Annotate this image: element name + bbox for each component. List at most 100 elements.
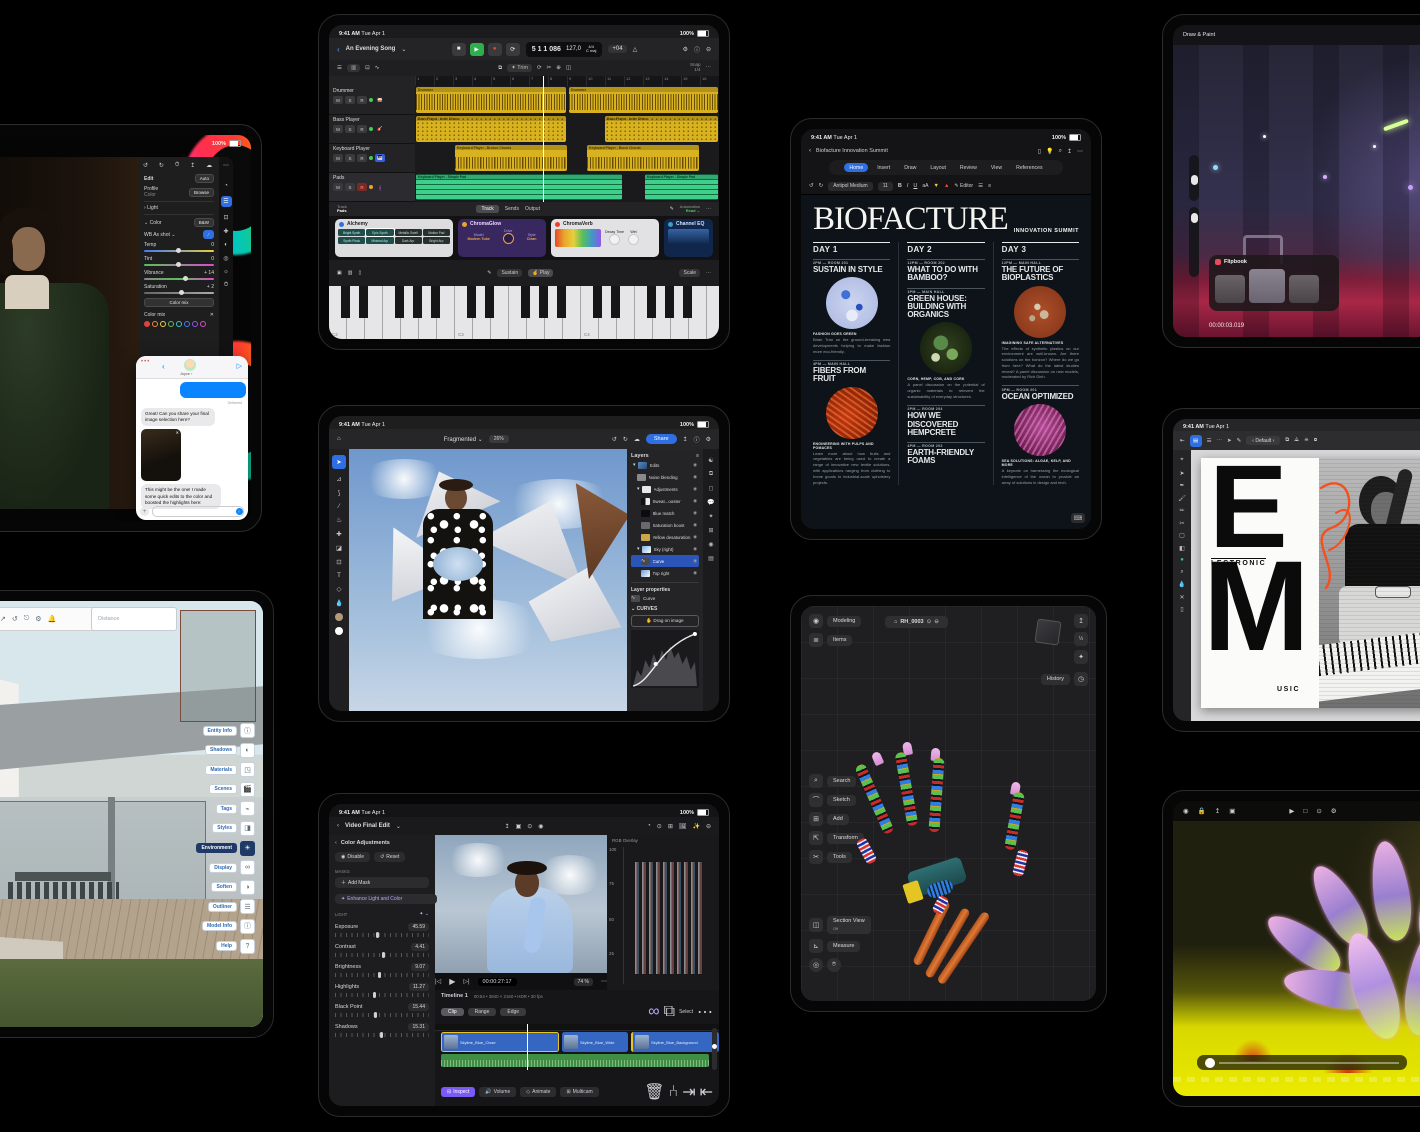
tab-home[interactable]: Home: [844, 163, 868, 172]
tab-draw[interactable]: Draw: [899, 163, 921, 172]
track-lane-bass[interactable]: Bass Player - Indie Disco Bass Player - …: [415, 115, 719, 145]
curves-graph[interactable]: [631, 630, 699, 688]
snap-icon[interactable]: ⧉: [1285, 437, 1289, 444]
poster-canvas[interactable]: E LECTRONIC M USIC: [1191, 450, 1420, 721]
home-icon[interactable]: ⌂: [894, 619, 897, 625]
clip-skyline-wide[interactable]: Skyline_Blue_Wide: [562, 1032, 628, 1052]
solo-button[interactable]: S: [345, 96, 355, 104]
delete-icon[interactable]: ▯: [1180, 606, 1183, 613]
brush-opacity-slider[interactable]: [1189, 207, 1199, 277]
scale-button[interactable]: Scale: [679, 269, 700, 277]
back-icon[interactable]: ‹: [337, 823, 339, 829]
visibility-toggle[interactable]: ◉: [693, 486, 697, 492]
pencil-tool[interactable]: ✏: [1179, 507, 1184, 514]
slider-knob[interactable]: [1191, 175, 1198, 185]
play-button[interactable]: ▶: [470, 43, 484, 56]
preset[interactable]: Dark Arp: [395, 237, 422, 244]
visibility-icon[interactable]: ◉: [708, 541, 713, 548]
model-control[interactable]: ModelModern Tube: [467, 233, 489, 241]
transform-tool[interactable]: ⊿: [336, 475, 341, 483]
italic-button[interactable]: I: [907, 183, 909, 189]
layer-row[interactable]: ▾Sky (right)◉: [631, 543, 699, 555]
snap-setting[interactable]: Snap1/4: [690, 63, 701, 73]
region-keyboard-2[interactable]: Keyboard Player - Block Chords: [587, 145, 699, 171]
move-tool[interactable]: ➤: [332, 455, 346, 469]
pages-icon[interactable]: ▤: [1190, 435, 1202, 447]
eraser-tool[interactable]: ◪: [336, 544, 342, 552]
history-icon[interactable]: ⏱: [175, 162, 180, 169]
zoom-level[interactable]: 26%: [489, 435, 509, 443]
search-icon[interactable]: ⌕: [1059, 148, 1062, 155]
timeline-ruler[interactable]: [435, 1024, 719, 1031]
preset[interactable]: Metallic Swell: [395, 229, 422, 236]
tool-environment[interactable]: Environment☀: [196, 841, 255, 856]
flipbook-frame[interactable]: [1215, 275, 1245, 303]
animate-button[interactable]: ◇ Animate: [520, 1087, 556, 1097]
crop-icon[interactable]: ⊡: [223, 214, 228, 221]
zoom-tool[interactable]: ⌕: [1180, 569, 1183, 576]
media-icon[interactable]: 🖼: [679, 823, 687, 830]
type-tool[interactable]: T: [337, 572, 341, 579]
search-icon[interactable]: ⌕: [809, 774, 823, 788]
track-lane-keyboard[interactable]: Keyboard Player - Broken Chords Keyboard…: [415, 144, 719, 174]
chevron-down-icon[interactable]: ⌄: [396, 823, 401, 830]
color-dot-red[interactable]: [144, 321, 150, 327]
undo-icon[interactable]: ↺: [12, 615, 18, 623]
tab-track[interactable]: Track: [476, 205, 498, 213]
slider-knob[interactable]: [1191, 213, 1198, 223]
more-icon[interactable]: ⋯: [706, 206, 711, 212]
clip-skyline-background[interactable]: Skyline_Blue_Background: [631, 1032, 719, 1052]
wet-knob[interactable]: Wet: [628, 230, 639, 246]
effects-icon[interactable]: ✦: [708, 513, 713, 520]
share-button[interactable]: Share: [646, 434, 677, 444]
settings-icon[interactable]: ⚙: [683, 46, 688, 53]
settings-icon[interactable]: ⚙: [35, 615, 41, 623]
painting-canvas[interactable]: Flipbook 00:00:03.019: [1173, 45, 1420, 337]
preset[interactable]: Bright Synth: [338, 229, 365, 236]
lock-icon[interactable]: 🔒: [1198, 807, 1206, 815]
solo-button[interactable]: S: [345, 154, 355, 162]
orientation-cube[interactable]: [1034, 618, 1061, 645]
trash-icon[interactable]: 🗑: [644, 1082, 664, 1102]
add-mask-button[interactable]: ＋ Add Mask: [335, 877, 429, 888]
tool-styles[interactable]: Styles◨: [212, 821, 255, 836]
tab-layout[interactable]: Layout: [925, 163, 951, 172]
lcd-display[interactable]: 5 1 1 086 127,0 4/4C maj: [526, 42, 603, 57]
play-icon[interactable]: ▶: [449, 977, 455, 986]
drive-knob[interactable]: Drive: [503, 229, 514, 245]
preset[interactable]: Motion Pad: [423, 229, 450, 236]
highlight-button[interactable]: ▼: [934, 183, 939, 189]
camera-icon[interactable]: ⌾: [827, 958, 841, 972]
masking-icon[interactable]: ◐: [224, 242, 228, 248]
curves-section[interactable]: ⌄ CURVES: [631, 606, 699, 612]
cursor-icon[interactable]: ➤: [1227, 438, 1232, 444]
saturation-slider[interactable]: [144, 292, 214, 294]
back-icon[interactable]: ‹: [809, 148, 811, 154]
settings-icon[interactable]: ⚙: [706, 436, 711, 443]
solo-button[interactable]: S: [345, 125, 355, 133]
track-header-bass[interactable]: Bass Player MSR🎸: [329, 115, 415, 144]
settings-icon[interactable]: ⚙: [1331, 807, 1337, 815]
tool-materials[interactable]: Materials◳: [205, 762, 255, 777]
shape-tool[interactable]: ▢: [1179, 532, 1185, 539]
help-icon[interactable]: ?: [240, 939, 255, 954]
scrubber-knob[interactable]: [1205, 1058, 1215, 1068]
tool-entity-info[interactable]: Entity Infoⓘ: [203, 723, 255, 738]
photo-canvas[interactable]: [0, 157, 139, 509]
info-icon[interactable]: ⓘ: [694, 45, 700, 54]
loop-icon[interactable]: ⊙: [1316, 807, 1321, 815]
light-section[interactable]: › Light: [144, 205, 158, 211]
glue-icon[interactable]: ◫: [566, 65, 571, 71]
split-icon[interactable]: ✂: [547, 65, 552, 71]
trim-tool[interactable]: ✦ Trim: [507, 64, 532, 72]
region-keyboard-1[interactable]: Keyboard Player - Broken Chords: [455, 145, 567, 171]
section-view-button[interactable]: ◫Section ViewOff: [809, 916, 871, 934]
knife-tool[interactable]: ✂: [1179, 520, 1184, 527]
region-pads-2[interactable]: Keyboard Player - Simple Pad: [645, 174, 718, 200]
auto-button[interactable]: Auto: [195, 174, 214, 183]
more-icon[interactable]: ⋯: [1077, 148, 1083, 155]
bullets-icon[interactable]: ☰: [978, 183, 983, 189]
scopes-icon[interactable]: ⊙: [657, 823, 662, 830]
materials-icon[interactable]: ◳: [240, 762, 255, 777]
menu-icon[interactable]: ☰: [1207, 438, 1212, 444]
